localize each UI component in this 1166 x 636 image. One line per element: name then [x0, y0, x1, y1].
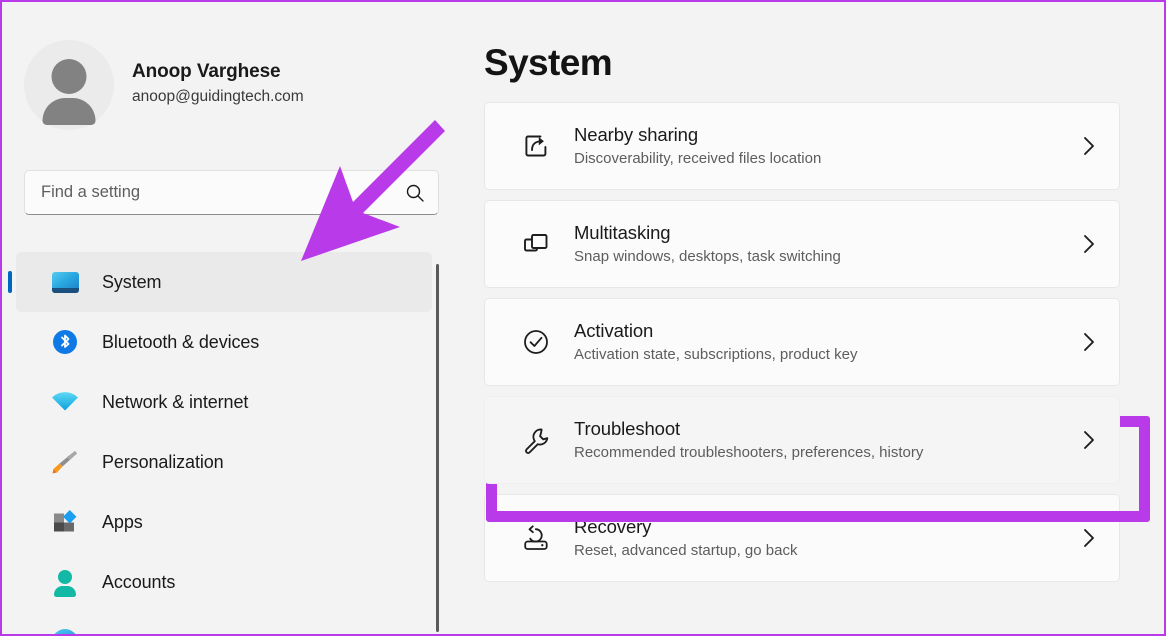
chevron-right-icon[interactable]: [1059, 527, 1119, 549]
chevron-right-icon[interactable]: [1059, 429, 1119, 451]
sidebar-item-label: Apps: [102, 511, 143, 532]
card-subtitle: Activation state, subscriptions, product…: [574, 346, 858, 364]
sidebar-item-time-language[interactable]: Time & language: [16, 612, 432, 634]
sidebar-item-label: System: [102, 271, 162, 292]
paintbrush-icon: [50, 447, 80, 477]
account-email: anoop@guidingtech.com: [132, 87, 304, 105]
chevron-right-icon[interactable]: [1059, 135, 1119, 157]
apps-blocks-icon: [50, 507, 80, 537]
settings-card-troubleshoot[interactable]: Troubleshoot Recommended troubleshooters…: [484, 396, 1120, 484]
sidebar-item-network-internet[interactable]: Network & internet: [16, 372, 432, 432]
windows-stack-icon: [515, 230, 557, 258]
chevron-right-icon[interactable]: [1059, 233, 1119, 255]
card-title: Recovery: [574, 516, 652, 538]
wrench-icon: [515, 426, 557, 454]
main-content: System Nearby sharing Discoverability, r…: [442, 2, 1164, 634]
sidebar-item-label: Network & internet: [102, 391, 249, 412]
card-subtitle: Snap windows, desktops, task switching: [574, 248, 841, 266]
sidebar-nav: System Bluetooth & devices Network & int…: [2, 252, 440, 634]
person-icon: [50, 567, 80, 597]
globe-icon: [50, 627, 80, 634]
account-header[interactable]: Anoop Varghese anoop@guidingtech.com: [24, 40, 304, 130]
account-name: Anoop Varghese: [132, 60, 281, 82]
card-subtitle: Reset, advanced startup, go back: [574, 542, 798, 560]
card-subtitle: Recommended troubleshooters, preferences…: [574, 444, 924, 462]
sidebar-item-apps[interactable]: Apps: [16, 492, 432, 552]
check-circle-icon: [515, 328, 557, 356]
wifi-icon: [50, 387, 80, 417]
bluetooth-icon: [50, 327, 80, 357]
search-box[interactable]: [24, 170, 439, 215]
sidebar-item-system[interactable]: System: [16, 252, 432, 312]
settings-card-list: Nearby sharing Discoverability, received…: [484, 102, 1120, 592]
sidebar: Anoop Varghese anoop@guidingtech.com Sys…: [2, 2, 440, 634]
card-title: Troubleshoot: [574, 418, 681, 440]
card-title: Multitasking: [574, 222, 671, 244]
settings-card-recovery[interactable]: Recovery Reset, advanced startup, go bac…: [484, 494, 1120, 582]
person-avatar-icon: [24, 40, 114, 130]
search-icon[interactable]: [392, 171, 438, 214]
sidebar-item-accounts[interactable]: Accounts: [16, 552, 432, 612]
sidebar-item-label: Bluetooth & devices: [102, 331, 260, 352]
card-subtitle: Discoverability, received files location: [574, 150, 822, 168]
card-title: Nearby sharing: [574, 124, 699, 146]
settings-window: Anoop Varghese anoop@guidingtech.com Sys…: [0, 0, 1166, 636]
settings-card-multitasking[interactable]: Multitasking Snap windows, desktops, tas…: [484, 200, 1120, 288]
settings-card-activation[interactable]: Activation Activation state, subscriptio…: [484, 298, 1120, 386]
drive-restore-icon: [515, 524, 557, 552]
sidebar-scrollbar[interactable]: [436, 264, 439, 632]
settings-card-nearby-sharing[interactable]: Nearby sharing Discoverability, received…: [484, 102, 1120, 190]
card-title: Activation: [574, 320, 654, 342]
sidebar-item-label: Time & language: [102, 632, 236, 635]
page-title: System: [484, 42, 613, 83]
share-icon: [515, 132, 557, 160]
search-input[interactable]: [25, 183, 392, 202]
sidebar-item-label: Accounts: [102, 571, 176, 592]
sidebar-item-label: Personalization: [102, 451, 224, 472]
sidebar-item-bluetooth-devices[interactable]: Bluetooth & devices: [16, 312, 432, 372]
chevron-right-icon[interactable]: [1059, 331, 1119, 353]
monitor-icon: [50, 267, 80, 297]
sidebar-item-personalization[interactable]: Personalization: [16, 432, 432, 492]
